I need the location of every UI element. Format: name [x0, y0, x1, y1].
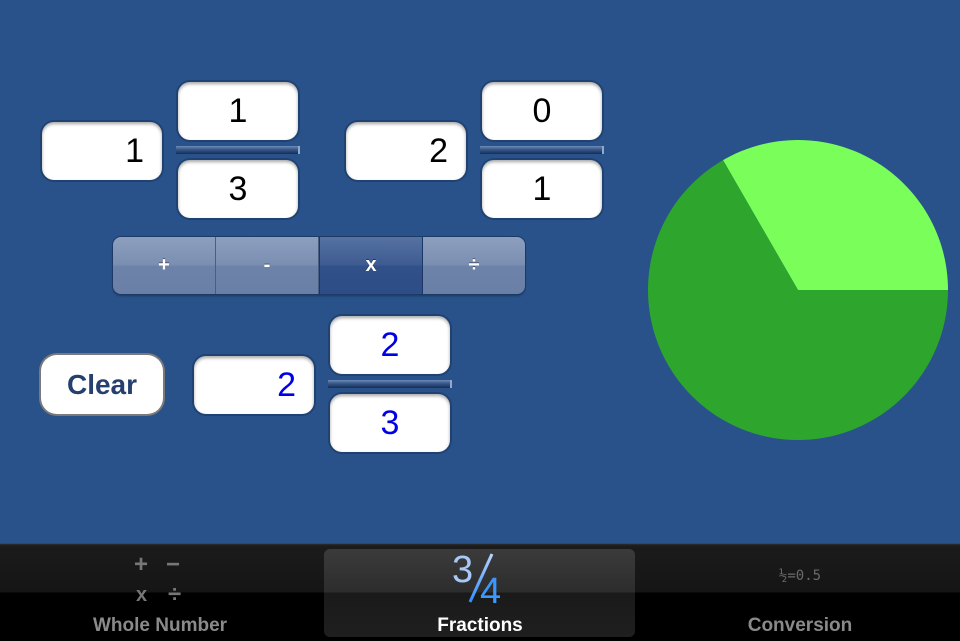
operator-divide-button[interactable]: ÷ [423, 237, 525, 294]
tab-bar: + − x ÷ Whole Number 3 4 Fractions ½=0.5… [0, 543, 960, 641]
result-denominator-field: 3 [330, 394, 450, 452]
operand2-numerator-input[interactable]: 0 [482, 82, 602, 140]
tab-conversion[interactable]: ½=0.5 Conversion [640, 544, 960, 641]
three-quarters-icon: 3 4 [452, 549, 501, 603]
operand1-numerator-input[interactable]: 1 [178, 82, 298, 140]
fraction-pie-chart [648, 140, 948, 440]
operand2-fraction-bar [480, 146, 604, 154]
result-whole-field: 2 [194, 356, 314, 414]
operator-subtract-button[interactable]: - [216, 237, 319, 294]
tab-whole-number[interactable]: + − x ÷ Whole Number [0, 544, 320, 641]
operators-icon: + − x ÷ [134, 551, 182, 608]
clear-button[interactable]: Clear [41, 355, 163, 414]
operand1-denominator-input[interactable]: 3 [178, 160, 298, 218]
operator-segmented-control: + - x ÷ [113, 237, 525, 294]
operator-multiply-button[interactable]: x [319, 237, 423, 294]
operand2-whole-input[interactable]: 2 [346, 122, 466, 180]
half-equals-icon: ½=0.5 [778, 568, 822, 584]
operator-add-button[interactable]: + [113, 237, 216, 294]
operand2-denominator-input[interactable]: 1 [482, 160, 602, 218]
operand1-whole-input[interactable]: 1 [42, 122, 162, 180]
result-numerator-field: 2 [330, 316, 450, 374]
result-fraction-bar [328, 380, 452, 388]
tab-label: Whole Number [92, 615, 228, 636]
svg-text:4: 4 [480, 571, 501, 603]
tab-label: Fractions [437, 615, 523, 636]
tab-label: Conversion [747, 615, 853, 636]
operand1-fraction-bar [176, 146, 300, 154]
svg-text:3: 3 [452, 549, 473, 591]
tab-fractions[interactable]: 3 4 Fractions [320, 544, 640, 641]
